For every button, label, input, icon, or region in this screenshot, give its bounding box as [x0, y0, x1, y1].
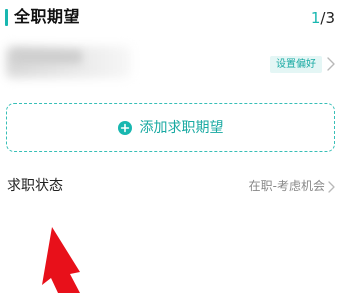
set-preference-tag[interactable]: 设置偏好: [270, 56, 322, 73]
page-counter-total: 3: [325, 9, 335, 27]
section-accent-bar: [5, 9, 8, 26]
job-status-label: 求职状态: [7, 178, 63, 194]
section-title: 全职期望: [14, 7, 81, 26]
job-status-value: 在职-考虑机会: [248, 179, 325, 193]
red-arrow-annotation-icon: [42, 227, 80, 293]
add-job-expectation-label: 添加求职期望: [139, 119, 224, 136]
add-job-expectation-content: 添加求职期望: [7, 104, 334, 151]
blurred-preference-subtext: [12, 50, 82, 64]
job-status-row[interactable]: 求职状态 在职-考虑机会: [0, 170, 349, 204]
page-counter: 1/3: [311, 7, 335, 29]
plus-circle-icon: [117, 120, 132, 135]
chevron-right-icon: [328, 181, 335, 193]
page-counter-current: 1: [310, 9, 321, 27]
chevron-right-icon: [327, 57, 335, 71]
section-header: 全职期望 1/3: [0, 0, 349, 34]
job-preference-item[interactable]: 设置偏好: [0, 40, 349, 88]
add-job-expectation-button[interactable]: 添加求职期望: [6, 103, 335, 152]
